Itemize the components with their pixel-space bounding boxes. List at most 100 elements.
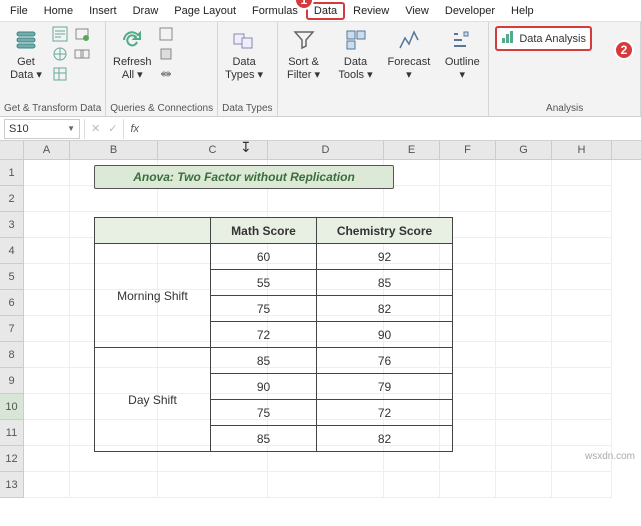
group-analysis: Data Analysis 2 Analysis — [489, 22, 641, 116]
properties-icon[interactable] — [158, 46, 174, 62]
group-label-data-types: Data Types — [222, 101, 272, 116]
watermark: wsxdn.com — [585, 451, 635, 462]
data-types-button[interactable]: Data Types ▾ — [222, 24, 266, 83]
table-cell[interactable]: 82 — [317, 426, 453, 452]
col-header-f[interactable]: F — [440, 141, 496, 159]
group-label-outline-empty — [440, 112, 484, 116]
funnel-icon — [290, 26, 318, 54]
table-cell[interactable]: 75 — [211, 400, 317, 426]
existing-connections-icon[interactable] — [74, 46, 90, 62]
row-header[interactable]: 12 — [0, 446, 24, 472]
forecast-button[interactable]: Forecast ▾ — [386, 24, 433, 83]
row-header[interactable]: 9 — [0, 368, 24, 394]
group-label-analysis: Analysis — [493, 101, 636, 116]
row-header[interactable]: 8 — [0, 342, 24, 368]
group-get-transform: Get Data ▾ Get & Transform Data — [0, 22, 106, 116]
shift-label-morning[interactable]: Morning Shift — [95, 244, 211, 348]
from-table-icon[interactable] — [52, 66, 68, 82]
table-header-blank[interactable] — [95, 218, 211, 244]
ribbon-tabs: File Home Insert Draw Page Layout Formul… — [0, 0, 641, 22]
outline-button[interactable]: Outline ▾ — [440, 24, 484, 83]
tab-draw[interactable]: Draw — [125, 2, 167, 20]
shift-label-day[interactable]: Day Shift — [95, 348, 211, 452]
fx-label[interactable]: fx — [124, 123, 145, 135]
data-analysis-button[interactable]: Data Analysis — [495, 26, 592, 51]
row-header[interactable]: 11 — [0, 420, 24, 446]
table-header-chem[interactable]: Chemistry Score — [317, 218, 453, 244]
table-cell[interactable]: 75 — [211, 296, 317, 322]
spreadsheet-grid: ↧ A B C D E F G H 1 2 3 4 5 6 7 8 9 10 1… — [0, 141, 641, 498]
table-cell[interactable]: 55 — [211, 270, 317, 296]
sort-filter-button[interactable]: Sort & Filter ▾ — [282, 24, 326, 83]
forecast-icon — [395, 26, 423, 54]
table-cell[interactable]: 85 — [317, 270, 453, 296]
database-icon — [12, 26, 40, 54]
recent-sources-icon[interactable] — [74, 26, 90, 42]
edit-links-icon[interactable] — [158, 66, 174, 82]
table-title[interactable]: Anova: Two Factor without Replication — [94, 165, 394, 189]
table-cell[interactable]: 79 — [317, 374, 453, 400]
group-data-types: Data Types ▾ Data Types — [218, 22, 277, 116]
tab-insert[interactable]: Insert — [81, 2, 125, 20]
outline-icon — [448, 26, 476, 54]
table-header-math[interactable]: Math Score — [211, 218, 317, 244]
tab-file[interactable]: File — [2, 2, 36, 20]
row-header[interactable]: 1 — [0, 160, 24, 186]
col-header-b[interactable]: B — [70, 141, 158, 159]
tab-data[interactable]: Data 1 — [306, 2, 345, 20]
row-header[interactable]: 6 — [0, 290, 24, 316]
cancel-icon[interactable]: ✕ — [91, 122, 100, 135]
col-header-e[interactable]: E — [384, 141, 440, 159]
tab-help[interactable]: Help — [503, 2, 542, 20]
col-header-h[interactable]: H — [552, 141, 612, 159]
table-cell[interactable]: 90 — [317, 322, 453, 348]
col-header-c[interactable]: C — [158, 141, 268, 159]
refresh-all-button[interactable]: Refresh All ▾ — [110, 24, 154, 83]
table-cell[interactable]: 82 — [317, 296, 453, 322]
select-all-corner[interactable] — [0, 141, 24, 159]
data-tools-button[interactable]: Data Tools ▾ — [334, 24, 378, 83]
table-cell[interactable]: 76 — [317, 348, 453, 374]
group-label-datatools-empty — [334, 112, 378, 116]
row-header[interactable]: 13 — [0, 472, 24, 498]
row-header[interactable]: 10 — [0, 394, 24, 420]
table-cell[interactable]: 85 — [211, 426, 317, 452]
row-header[interactable]: 4 — [0, 238, 24, 264]
formula-bar: S10▼ ✕ ✓ fx — [0, 117, 641, 141]
data-types-icon — [230, 26, 258, 54]
table-cell[interactable]: 72 — [211, 322, 317, 348]
chart-icon — [501, 30, 515, 47]
table-cell[interactable]: 72 — [317, 400, 453, 426]
group-outline: Outline ▾ — [436, 22, 489, 116]
row-header[interactable]: 3 — [0, 212, 24, 238]
group-label-sortfilter-empty — [282, 112, 326, 116]
table-cell[interactable]: 60 — [211, 244, 317, 270]
chevron-down-icon[interactable]: ▼ — [67, 124, 75, 133]
tab-view[interactable]: View — [397, 2, 437, 20]
tab-review[interactable]: Review — [345, 2, 397, 20]
row-header[interactable]: 7 — [0, 316, 24, 342]
formula-input[interactable] — [145, 119, 641, 139]
row-header[interactable]: 2 — [0, 186, 24, 212]
table-cell[interactable]: 85 — [211, 348, 317, 374]
accept-icon[interactable]: ✓ — [108, 122, 117, 135]
queries-icon[interactable] — [158, 26, 174, 42]
group-label-get-transform: Get & Transform Data — [4, 101, 101, 116]
group-forecast: Forecast ▾ — [382, 22, 437, 116]
tab-developer[interactable]: Developer — [437, 2, 503, 20]
table-cell[interactable]: 92 — [317, 244, 453, 270]
tab-home[interactable]: Home — [36, 2, 81, 20]
from-web-icon[interactable] — [52, 46, 68, 62]
col-header-d[interactable]: D — [268, 141, 384, 159]
from-text-icon[interactable] — [52, 26, 68, 42]
callout-badge-2: 2 — [614, 40, 634, 60]
row-header[interactable]: 5 — [0, 264, 24, 290]
group-label-forecast-empty — [386, 112, 433, 116]
tab-page-layout[interactable]: Page Layout — [166, 2, 244, 20]
name-box[interactable]: S10▼ — [4, 119, 80, 139]
get-data-button[interactable]: Get Data ▾ — [4, 24, 48, 83]
table-cell[interactable]: 90 — [211, 374, 317, 400]
col-header-a[interactable]: A — [24, 141, 70, 159]
col-header-g[interactable]: G — [496, 141, 552, 159]
group-queries: Refresh All ▾ Queries & Connections — [106, 22, 218, 116]
